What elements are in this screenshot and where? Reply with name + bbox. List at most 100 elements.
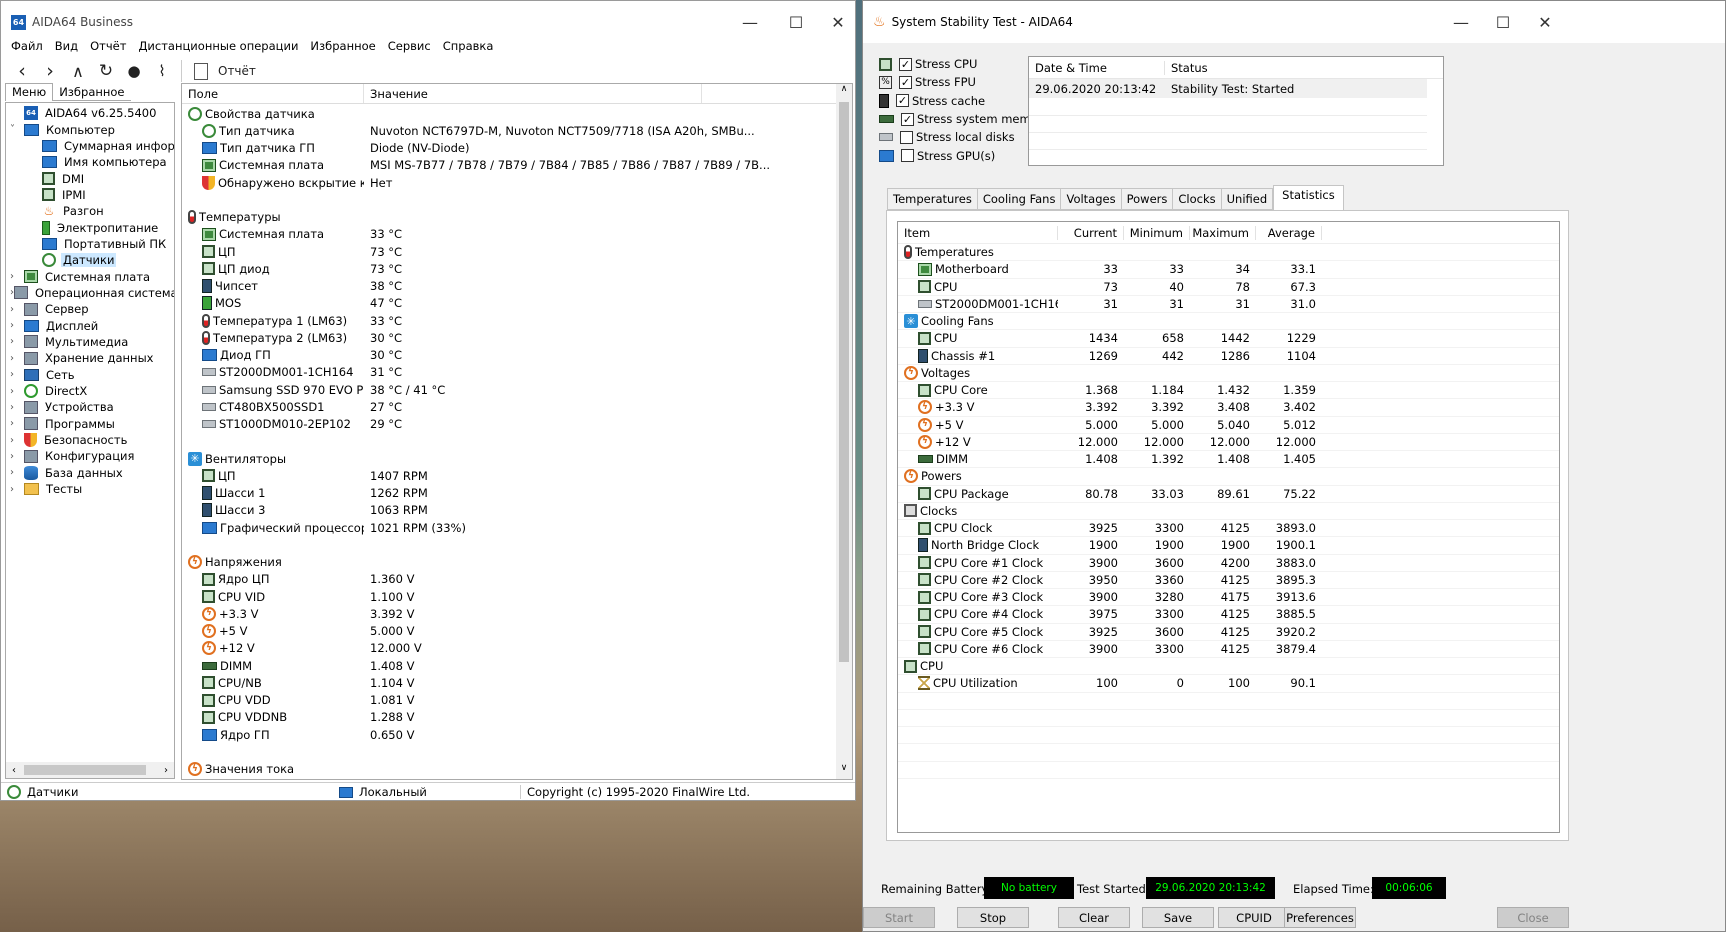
table-row[interactable]: Чипсет 38 °C: [182, 278, 838, 295]
table-row[interactable]: Графический процессор 1021 RPM (33%): [182, 519, 838, 536]
stats-group-row[interactable]: Temperatures: [898, 244, 1559, 262]
tab-menu[interactable]: Меню: [5, 83, 54, 101]
tree-item[interactable]: › Сервер: [6, 301, 174, 317]
stats-row[interactable]: ϟ +5 V 5.000 5.000 5.040 5.012: [898, 417, 1559, 434]
back-icon[interactable]: ‹: [11, 60, 33, 82]
stress-option[interactable]: ✓ Stress cache: [879, 92, 1027, 110]
tree-item[interactable]: › Устройства: [6, 399, 174, 415]
table-row[interactable]: ЦП 1407 RPM: [182, 467, 838, 484]
tab-clocks[interactable]: Clocks: [1173, 188, 1222, 210]
stress-option[interactable]: Stress local disks: [879, 128, 1027, 146]
tab-voltages[interactable]: Voltages: [1061, 188, 1122, 210]
report-button[interactable]: Отчёт: [218, 64, 256, 78]
stress-checkbox[interactable]: ✓: [899, 57, 912, 71]
tree-item[interactable]: DMI: [6, 170, 174, 186]
refresh-icon[interactable]: ↻: [95, 61, 117, 81]
expand-icon[interactable]: ›: [10, 353, 24, 364]
tree-item[interactable]: › Программы: [6, 416, 174, 432]
scroll-up-icon[interactable]: ∧: [836, 84, 852, 100]
tree-item[interactable]: › Конфигурация: [6, 448, 174, 464]
menu-remote[interactable]: Дистанционные операции: [138, 39, 298, 57]
col-item[interactable]: Item: [898, 225, 1058, 240]
table-row[interactable]: Температура 1 (LM63) 33 °C: [182, 312, 838, 329]
minimize-button[interactable]: —: [1438, 1, 1484, 43]
stats-group-row[interactable]: CPU: [898, 658, 1559, 676]
group-row[interactable]: ϟ Значения тока: [182, 761, 838, 778]
scroll-left-icon[interactable]: ‹: [6, 765, 22, 776]
table-row[interactable]: DIMM 1.408 V: [182, 657, 838, 674]
table-row[interactable]: Температура 2 (LM63) 30 °C: [182, 329, 838, 346]
table-row[interactable]: Обнаружено вскрытие кор... Нет: [182, 174, 838, 191]
stats-row[interactable]: ϟ +3.3 V 3.392 3.392 3.408 3.402: [898, 399, 1559, 417]
tab-favorites[interactable]: Избранное: [53, 83, 131, 101]
col-maximum[interactable]: Maximum: [1190, 225, 1256, 240]
table-row[interactable]: Диод ГП 30 °C: [182, 347, 838, 364]
table-row[interactable]: Системная плата MSI MS-7B77 / 7B78 / 7B79…: [182, 157, 838, 174]
button-cpuid[interactable]: CPUID: [1218, 907, 1290, 928]
tab-unified[interactable]: Unified: [1221, 188, 1274, 210]
tree-item[interactable]: › DirectX: [6, 383, 174, 399]
expand-icon[interactable]: ›: [10, 304, 24, 315]
tree-item[interactable]: ♨ Разгон: [6, 203, 174, 219]
col-date-time[interactable]: Date & Time: [1029, 60, 1165, 75]
table-row[interactable]: Ядро ГП 0.650 V: [182, 726, 838, 743]
scroll-thumb[interactable]: [24, 765, 146, 775]
stats-row[interactable]: CPU Package 80.78 33.03 89.61 75.22: [898, 486, 1559, 503]
tree-item[interactable]: Имя компьютера: [6, 154, 174, 170]
stress-checkbox[interactable]: ✓: [901, 112, 914, 126]
group-row[interactable]: ✳ Вентиляторы: [182, 450, 838, 467]
button-preferences[interactable]: Preferences: [1284, 907, 1356, 928]
stats-row[interactable]: Motherboard 33 33 34 33.1: [898, 261, 1559, 279]
table-row[interactable]: Ядро ЦП 1.360 V: [182, 571, 838, 588]
tree-item[interactable]: › Системная плата: [6, 268, 174, 284]
tab-temperatures[interactable]: Temperatures: [887, 188, 978, 210]
menu-help[interactable]: Справка: [443, 39, 494, 57]
tree-item[interactable]: › Тесты: [6, 481, 174, 497]
stats-row[interactable]: ϟ +12 V 12.000 12.000 12.000 12.000: [898, 434, 1559, 451]
tab-statistics[interactable]: Statistics: [1273, 185, 1344, 210]
menu-file[interactable]: Файл: [11, 39, 43, 57]
expand-icon[interactable]: ›: [10, 336, 24, 347]
col-current[interactable]: Current: [1058, 225, 1124, 240]
close-button[interactable]: ✕: [1522, 1, 1568, 43]
button-clear[interactable]: Clear: [1058, 907, 1130, 928]
table-row[interactable]: Шасси 1 1262 RPM: [182, 485, 838, 502]
table-row[interactable]: Тип датчика ГП Diode (NV-Diode): [182, 140, 838, 157]
stats-row[interactable]: Chassis #1 1269 442 1286 1104: [898, 348, 1559, 365]
stats-group-row[interactable]: ϟ Voltages: [898, 365, 1559, 382]
table-row[interactable]: ST2000DM001-1CH164 31 °C: [182, 364, 838, 381]
expand-icon[interactable]: ›: [10, 418, 24, 429]
list-vscrollbar[interactable]: ∧ ∨: [836, 84, 852, 779]
user-icon[interactable]: ●: [123, 62, 145, 80]
group-row[interactable]: Свойства датчика: [182, 105, 838, 122]
table-row[interactable]: ЦП 73 °C: [182, 243, 838, 260]
tree-item[interactable]: › База данных: [6, 465, 174, 481]
group-row[interactable]: ϟ Напряжения: [182, 554, 838, 571]
table-row[interactable]: Шасси 3 1063 RPM: [182, 502, 838, 519]
stats-row[interactable]: CPU Core #2 Clock 3950 3360 4125 3895.3: [898, 572, 1559, 589]
table-row[interactable]: ϟ +3.3 V 3.392 V: [182, 605, 838, 622]
chart-icon[interactable]: ⌇: [151, 62, 173, 80]
table-row[interactable]: ЦП диод 73 °C: [182, 260, 838, 277]
expand-icon[interactable]: ˅: [10, 124, 24, 135]
tree-item[interactable]: › Операционная система: [6, 285, 174, 301]
stress-option[interactable]: % ✓ Stress FPU: [879, 73, 1027, 91]
stats-group-row[interactable]: ✳ Cooling Fans: [898, 313, 1559, 331]
expand-icon[interactable]: ›: [10, 484, 24, 495]
tree-item[interactable]: ˅ Компьютер: [6, 121, 174, 137]
stress-option[interactable]: ✓ Stress CPU: [879, 55, 1027, 73]
tree-item[interactable]: › Дисплей: [6, 317, 174, 333]
minimize-button[interactable]: —: [727, 1, 773, 43]
stats-row[interactable]: CPU 73 40 78 67.3: [898, 279, 1559, 296]
button-close[interactable]: Close: [1497, 907, 1569, 928]
tree-item[interactable]: › Хранение данных: [6, 350, 174, 366]
stats-row[interactable]: DIMM 1.408 1.392 1.408 1.405: [898, 451, 1559, 469]
col-minimum[interactable]: Minimum: [1124, 225, 1190, 240]
stress-option[interactable]: Stress GPU(s): [879, 146, 1027, 164]
tree-item[interactable]: › Сеть: [6, 367, 174, 383]
expand-icon[interactable]: ›: [10, 386, 24, 397]
expand-icon[interactable]: ›: [10, 320, 24, 331]
scroll-down-icon[interactable]: ∨: [836, 763, 852, 779]
stats-row[interactable]: CPU Core #4 Clock 3975 3300 4125 3885.5: [898, 606, 1559, 624]
table-row[interactable]: CPU/NB 1.104 V: [182, 674, 838, 691]
